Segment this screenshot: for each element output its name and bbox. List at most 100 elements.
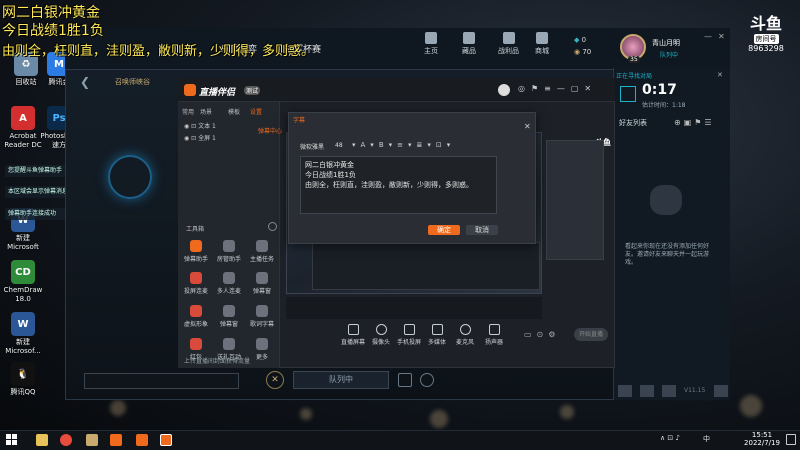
- qq-penguin-icon: 🐧: [11, 362, 35, 386]
- tool-avatar[interactable]: 虚拟形象: [181, 305, 211, 328]
- settings-icon[interactable]: [420, 373, 434, 387]
- nav-collection[interactable]: 藏品: [462, 32, 476, 56]
- desktop-icon-chemdraw[interactable]: CD ChemDraw 18.0: [2, 260, 44, 304]
- taskbar-streaming-icon[interactable]: [160, 434, 172, 446]
- chat-icon[interactable]: [618, 385, 632, 397]
- windows-start-icon[interactable]: [6, 434, 17, 445]
- tray-icons[interactable]: ∧ ⊡ ♪: [660, 434, 680, 442]
- tool-lyrics[interactable]: 歌词字幕: [247, 305, 277, 328]
- friends-header: 好友列表: [619, 119, 647, 127]
- app-menu-common[interactable]: 常用: [182, 107, 194, 116]
- toolbar-mic[interactable]: 麦克风: [451, 324, 479, 346]
- danmu-window-icon: [256, 272, 268, 284]
- client-mode-title: 召唤师峡谷: [115, 78, 150, 86]
- app-menu-settings[interactable]: 设置: [250, 107, 262, 116]
- tool-more[interactable]: 更多: [247, 338, 277, 361]
- overlay-line-1: 网二白银冲黄金: [2, 5, 100, 21]
- mission-icon[interactable]: [640, 385, 654, 397]
- sidebar-tab-danmu[interactable]: 弹幕中心: [258, 126, 282, 135]
- microphone-icon: [459, 324, 471, 335]
- close-queue-icon[interactable]: ✕: [717, 71, 723, 79]
- desktop-icon-word-2[interactable]: W 新建 Microsof...: [2, 312, 44, 356]
- queue-button[interactable]: 队列中: [293, 371, 389, 389]
- tool-room-manager[interactable]: 房管助手: [214, 240, 244, 263]
- toolbar-camera[interactable]: 摄像头: [367, 324, 395, 346]
- multi-link-icon: [223, 272, 235, 284]
- help-icon[interactable]: [714, 385, 728, 397]
- size-select[interactable]: 48: [335, 142, 343, 149]
- nav-loot[interactable]: 战利品: [498, 32, 519, 56]
- collection-icon: [463, 32, 475, 44]
- ime-indicator[interactable]: 中: [703, 434, 710, 444]
- poro-icon: [650, 185, 682, 215]
- scene-item-fullscreen[interactable]: ◉ ⊡ 全屏 1: [184, 133, 216, 142]
- back-arrow-icon[interactable]: ❮: [80, 75, 90, 89]
- douyu-room-label: 房间号: [753, 34, 779, 44]
- avatar-icon: [190, 305, 202, 317]
- player-status: 队列中: [660, 52, 679, 59]
- start-live-button[interactable]: 开始直播: [574, 328, 608, 341]
- toolbar-media[interactable]: 多媒体: [423, 324, 451, 346]
- redpacket-icon: [190, 338, 202, 350]
- scene-item-text[interactable]: ◉ ⊡ 文本 1: [184, 121, 216, 130]
- toolbar-screen[interactable]: 直播屏幕: [339, 324, 367, 346]
- dialog-cancel-button[interactable]: 取消: [466, 225, 498, 235]
- notification-center-icon[interactable]: [786, 434, 796, 445]
- media-icon: [431, 324, 443, 335]
- rp-icon: ◉: [574, 48, 581, 56]
- toolbar-speaker[interactable]: 扬声器: [480, 324, 508, 346]
- acrobat-icon: A: [11, 106, 35, 130]
- tools-label: 工具箱: [186, 226, 205, 233]
- phone-icon: [403, 324, 415, 335]
- footer-notice[interactable]: 上传直播间封面获得流量: [184, 356, 250, 365]
- dialog-ok-button[interactable]: 确定: [428, 225, 460, 235]
- close-icon[interactable]: ✕: [718, 32, 725, 41]
- font-select[interactable]: 微软雅黑: [300, 142, 324, 151]
- task-icon: [256, 240, 268, 252]
- toolbar-phone[interactable]: 手机投屏: [395, 324, 423, 346]
- dialog-close-icon[interactable]: ✕: [524, 122, 531, 131]
- app-menu-scene[interactable]: 场景: [200, 107, 212, 116]
- tool-screen-link[interactable]: 投屏连麦: [181, 272, 211, 295]
- lobby-icon[interactable]: [398, 373, 412, 387]
- friends-toolbar-icons[interactable]: ⊕▣⚑☰: [674, 118, 715, 127]
- taskbar-app-g-icon[interactable]: [110, 434, 122, 446]
- toolbar-extra-icons[interactable]: ▭⊙⚙: [524, 330, 560, 339]
- queue-status-label: 正在寻找对局: [616, 73, 653, 80]
- format-toolbar[interactable]: ▾A▾B▾≡▾≣▾⊡▾: [352, 141, 455, 149]
- tools-settings-icon[interactable]: [268, 222, 277, 231]
- cancel-queue-icon[interactable]: ✕: [266, 371, 284, 389]
- preview-status-bar: [286, 297, 542, 319]
- dialog-title: 字幕: [293, 117, 306, 124]
- nav-home[interactable]: 主页: [424, 32, 438, 56]
- douyu-room-id: 8963298: [748, 44, 784, 53]
- overlay-line-2: 今日战绩1胜1负: [2, 23, 104, 39]
- nav-store[interactable]: 商城: [535, 32, 549, 56]
- tool-streamer-task[interactable]: 主播任务: [247, 240, 277, 263]
- taskbar-app-icon[interactable]: [136, 434, 148, 446]
- douyu-watermark: 斗鱼 房间号 8963298: [740, 10, 792, 58]
- blue-essence-count: ◆ 0: [574, 36, 587, 44]
- file-explorer-icon[interactable]: [36, 434, 48, 446]
- tool-danmu-assistant[interactable]: 弹幕助手: [181, 240, 211, 263]
- voice-icon[interactable]: [662, 385, 676, 397]
- app-window-controls[interactable]: ◎⚑≡—▢✕: [518, 84, 597, 93]
- tool-danmu-window-2[interactable]: 弹幕窗: [214, 305, 244, 328]
- camera-icon: [375, 324, 387, 335]
- queue-icon: [620, 86, 636, 102]
- chrome-icon[interactable]: [60, 434, 72, 446]
- screen-link-icon: [190, 272, 202, 284]
- douyu-logo: 斗鱼: [749, 14, 782, 33]
- minimize-icon[interactable]: —: [704, 32, 712, 41]
- app-menu-template[interactable]: 模板: [228, 107, 240, 116]
- app-title: 直播伴侣: [199, 88, 236, 98]
- tool-multi-link[interactable]: 多人连麦: [214, 272, 244, 295]
- client-chat-input[interactable]: [84, 373, 239, 389]
- tool-danmu-window[interactable]: 弹幕窗: [247, 272, 277, 295]
- app-avatar[interactable]: [498, 84, 510, 96]
- league-client-icon[interactable]: [86, 434, 98, 446]
- subtitle-textarea[interactable]: 网二白银冲黄金 今日战绩1胜1负 由则全，枉则直，洼则盈，敝则新，少则得，多则惑…: [300, 156, 497, 214]
- preview-client-panel: [546, 140, 604, 260]
- desktop-icon-qq[interactable]: 🐧 腾讯QQ: [2, 362, 44, 397]
- taskbar-clock[interactable]: 15:51 2022/7/19: [742, 431, 782, 447]
